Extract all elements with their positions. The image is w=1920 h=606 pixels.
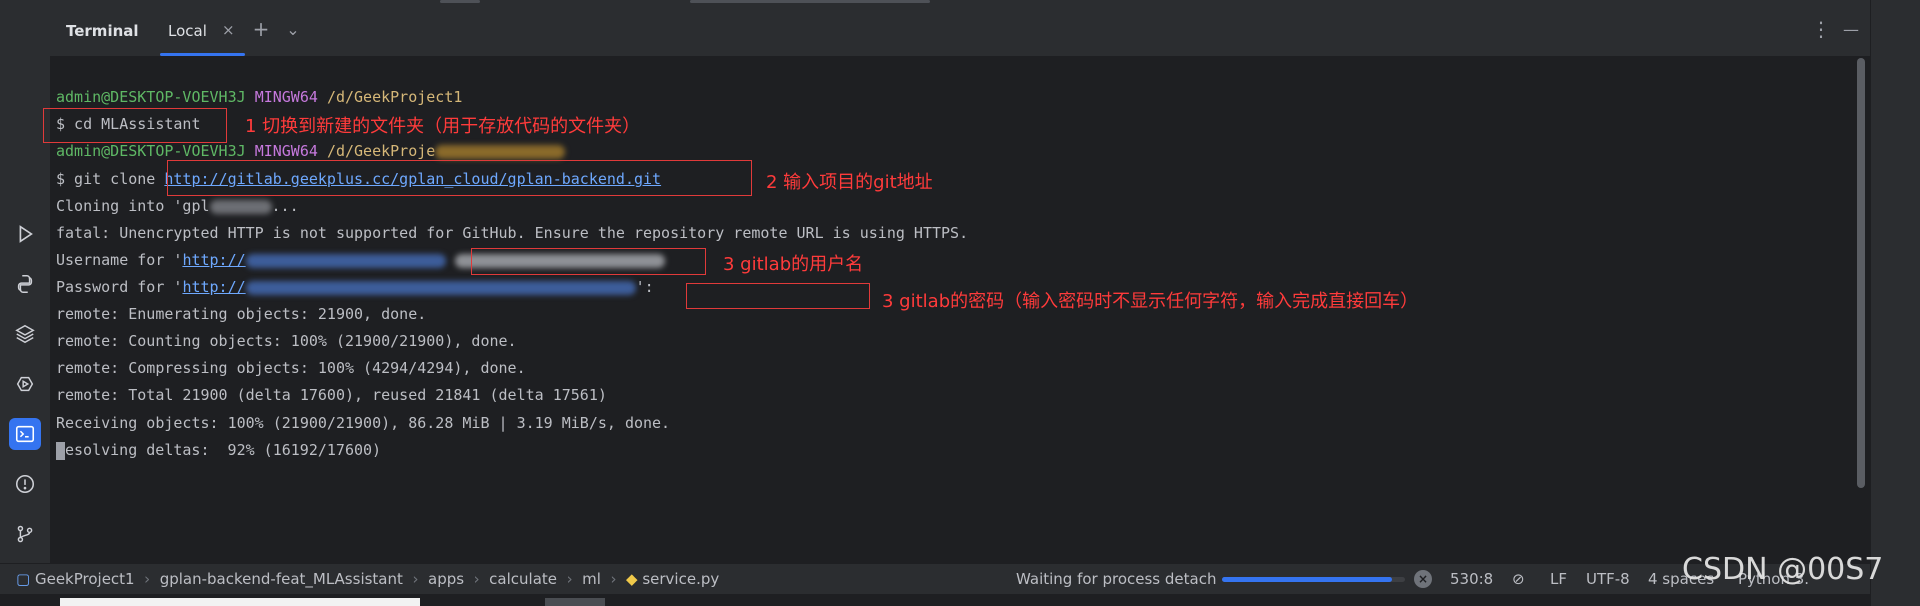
layers-icon[interactable] [9, 318, 41, 350]
output-text: esolving deltas: 92% (16192/17600) [65, 441, 382, 459]
annotation-box [471, 248, 706, 275]
annotation-label: 3 gitlab的用户名 [723, 254, 864, 275]
output-text: Username for ' [56, 251, 183, 269]
annotation-box [43, 108, 227, 143]
output-line: esolving deltas: 92% (16192/17600) [56, 439, 381, 461]
right-tool-strip [1870, 0, 1920, 606]
taskbar-edge [0, 594, 1870, 606]
terminal-icon[interactable] [9, 418, 41, 450]
annotation-label: 2 输入项目的git地址 [766, 172, 933, 193]
window-fragment [60, 598, 420, 606]
breadcrumb-item[interactable]: service.py [642, 570, 719, 588]
chevron-right-icon: › [468, 570, 485, 588]
output-line: remote: Enumerating objects: 21900, done… [56, 305, 427, 323]
prompt-user: admin@DESKTOP-VOEVH3J [56, 142, 246, 160]
run-icon[interactable] [9, 218, 41, 250]
prompt-user: admin@DESKTOP-VOEVH3J [56, 88, 246, 106]
username-url-link[interactable]: http:// [182, 251, 245, 269]
annotation-box [686, 283, 870, 309]
new-tab-plus-icon[interactable]: + [248, 16, 274, 42]
tab-local[interactable]: Local × [160, 6, 245, 56]
problems-icon[interactable] [9, 468, 41, 500]
terminal-cursor [56, 441, 65, 460]
output-line: Password for 'http:// ': [56, 276, 654, 298]
redacted-blur [209, 199, 272, 214]
output-line: Cloning into 'gpl... [56, 195, 299, 217]
terminal-scrollbar[interactable] [1857, 58, 1865, 488]
redacted-blur [435, 144, 566, 159]
prompt-env: MINGW64 [254, 88, 318, 106]
command-text: $ git clone [56, 170, 165, 188]
breadcrumb-item[interactable]: gplan-backend-feat_MLAssistant [160, 570, 403, 588]
more-options-icon[interactable]: ⋮ [1808, 16, 1834, 42]
services-icon[interactable] [9, 368, 41, 400]
breadcrumb: ▢ GeekProject1 › gplan-backend-feat_MLAs… [16, 570, 719, 588]
breadcrumb-item[interactable]: GeekProject1 [35, 570, 135, 588]
prompt-path: /d/GeekProje [326, 142, 436, 160]
breadcrumb-item[interactable]: ml [582, 570, 601, 588]
caret-position[interactable]: 530:8 [1450, 570, 1493, 588]
output-line: fatal: Unencrypted HTTP is not supported… [56, 224, 969, 242]
cancel-process-icon[interactable]: × [1414, 570, 1432, 588]
python-console-icon[interactable] [9, 268, 41, 300]
module-icon: ▢ [16, 570, 31, 588]
process-progress-bar [1222, 577, 1405, 582]
output-line: remote: Compressing objects: 100% (4294/… [56, 359, 526, 377]
output-text: Password for ' [56, 278, 183, 296]
chevron-right-icon: › [561, 570, 578, 588]
git-branch-icon[interactable] [9, 518, 41, 550]
output-text: ... [271, 197, 299, 215]
progress-fill [1222, 577, 1393, 582]
line-ending[interactable]: LF [1550, 570, 1567, 588]
redacted-blur [245, 280, 636, 295]
editor-fragment [440, 0, 480, 3]
chevron-right-icon: › [407, 570, 424, 588]
output-line: remote: Total 21900 (delta 17600), reuse… [56, 386, 607, 404]
chevron-right-icon: › [139, 570, 155, 588]
window-fragment [545, 598, 605, 606]
annotation-box [167, 160, 752, 196]
breadcrumb-item[interactable]: apps [428, 570, 464, 588]
terminal-title: Terminal [66, 22, 139, 40]
process-status: Waiting for process detach [1016, 570, 1217, 588]
output-text: Cloning into 'gpl [56, 197, 210, 215]
password-url-link[interactable]: http:// [182, 278, 245, 296]
terminal-header: Terminal Local × + ⌄ ⋮ — [50, 6, 1870, 57]
chevron-right-icon: › [605, 570, 622, 588]
watermark: CSDN @00S7 [1682, 552, 1884, 587]
python-file-icon: ◆ [626, 570, 638, 588]
editor-fragment [690, 0, 930, 3]
annotation-label: 3 gitlab的密码（输入密码时不显示任何字符，输入完成直接回车） [882, 291, 1419, 312]
redacted-blur [245, 253, 446, 268]
breadcrumb-item[interactable]: calculate [489, 570, 557, 588]
tab-label: Local [168, 22, 207, 40]
prompt-line: admin@DESKTOP-VOEVH3J MINGW64 /d/GeekPro… [56, 140, 566, 162]
annotation-label: 1 切换到新建的文件夹（用于存放代码的文件夹） [245, 116, 641, 137]
prompt-path: /d/GeekProject1 [326, 88, 463, 106]
close-tab-icon[interactable]: × [222, 21, 235, 39]
output-line: remote: Counting objects: 100% (21900/21… [56, 332, 517, 350]
output-line: Receiving objects: 100% (21900/21900), 8… [56, 414, 671, 432]
status-bar: ▢ GeekProject1 › gplan-backend-feat_MLAs… [0, 563, 1870, 594]
prompt-env: MINGW64 [254, 142, 318, 160]
file-encoding[interactable]: UTF-8 [1586, 570, 1630, 588]
output-text: ': [635, 278, 654, 296]
chevron-down-icon[interactable]: ⌄ [280, 16, 306, 42]
active-tab-indicator [160, 53, 245, 56]
tool-window-strip [0, 0, 51, 563]
inspections-icon[interactable]: ⊘ [1512, 570, 1525, 588]
minimize-icon[interactable]: — [1838, 16, 1864, 42]
prompt-line: admin@DESKTOP-VOEVH3J MINGW64 /d/GeekPro… [56, 86, 462, 108]
